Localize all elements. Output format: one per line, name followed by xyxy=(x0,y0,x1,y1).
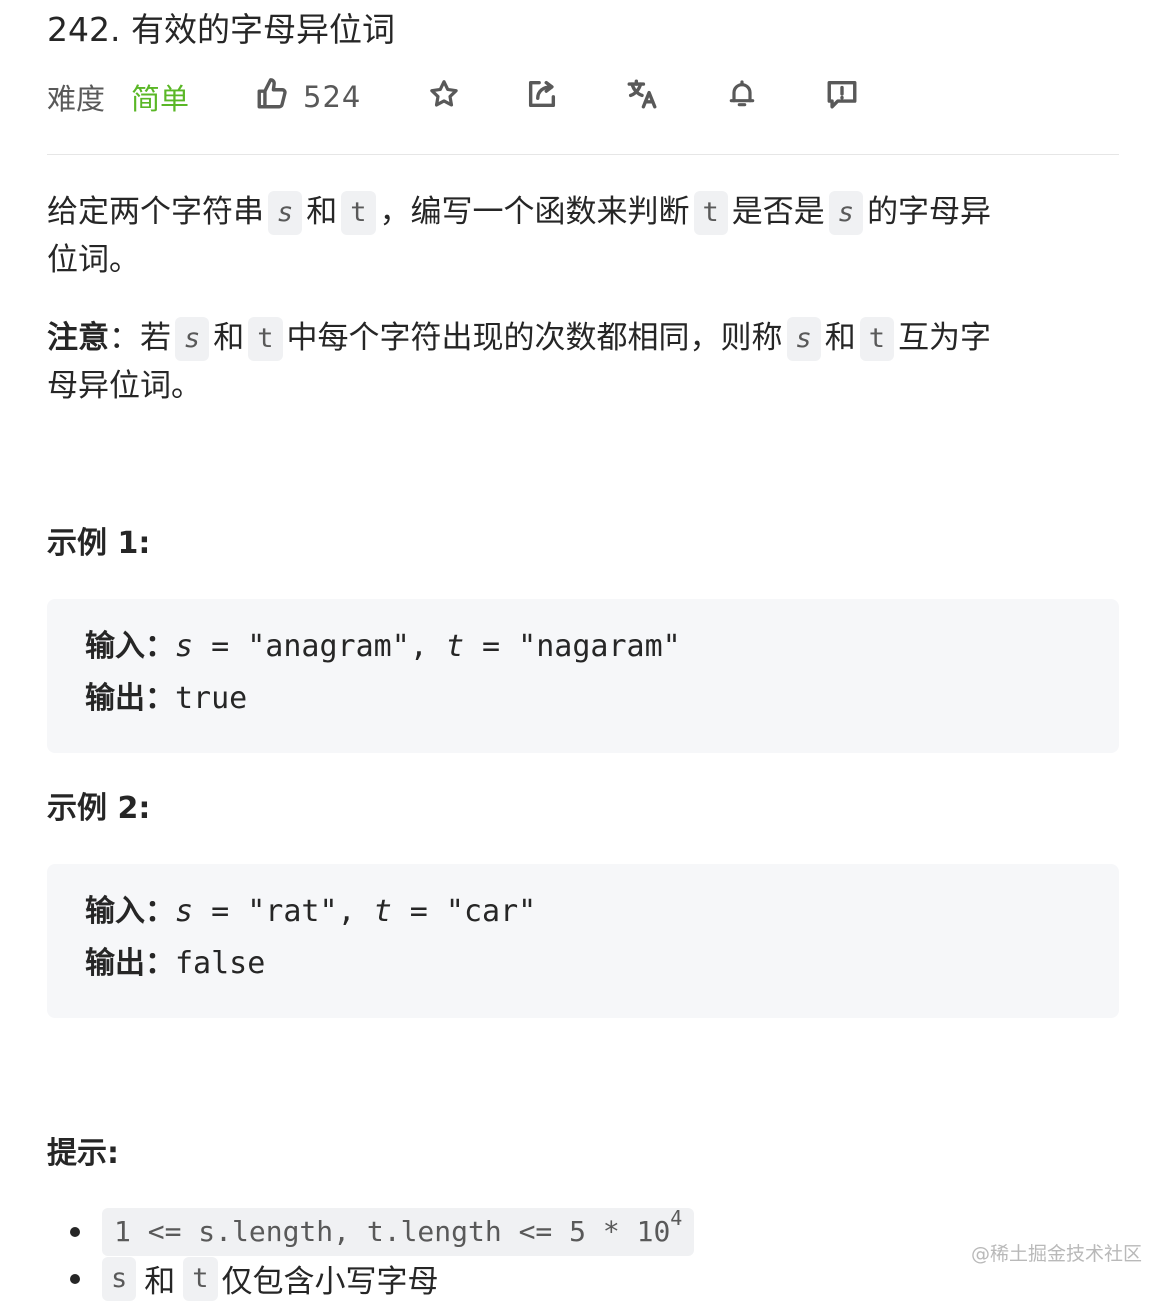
favorite-button[interactable] xyxy=(425,78,463,116)
example-input-line: 输入：s = "anagram", t = "nagaram" xyxy=(85,627,681,667)
desc-text: 给定两个字符串 xyxy=(47,194,264,230)
problem-meta-bar: 难度 简单 524 xyxy=(47,74,1119,120)
example-1-title: 示例 1: xyxy=(47,526,151,561)
example-2-block: 输入：s = "rat", t = "car" 输出：false xyxy=(47,864,1119,1018)
constraint-code: 1 <= s.length, t.length <= 5 * 104 xyxy=(102,1206,695,1256)
share-button[interactable] xyxy=(523,78,561,116)
desc-text: ：若 xyxy=(109,320,171,356)
output-value: false xyxy=(175,946,266,981)
t-value: = "nagaram" xyxy=(464,629,681,664)
hints-title: 提示: xyxy=(47,1136,119,1171)
hint-text: 和 xyxy=(144,1264,176,1300)
output-value: true xyxy=(175,681,248,716)
share-icon xyxy=(525,77,559,118)
difficulty-label: 难度 xyxy=(47,82,106,116)
example-1-block: 输入：s = "anagram", t = "nagaram" 输出：true xyxy=(47,599,1119,753)
desc-text: 位词。 xyxy=(47,242,140,278)
input-label: 输入： xyxy=(85,894,175,929)
input-label: 输入： xyxy=(85,629,175,664)
subscribe-button[interactable] xyxy=(723,78,761,116)
description-paragraph: 给定两个字符串 s 和 t ，编写一个函数来判断 t 是否是 s 的字母异 位词。 xyxy=(47,188,1119,284)
example-output-line: 输出：true xyxy=(85,679,247,719)
problem-title: 242. 有效的字母异位词 xyxy=(47,10,395,49)
s-value: = "rat", xyxy=(193,894,374,929)
inline-code-t: t xyxy=(341,191,376,235)
list-item: s 和 t 仅包含小写字母 xyxy=(70,1256,439,1301)
inline-code-s: s xyxy=(268,191,303,235)
watermark: @稀土掘金技术社区 xyxy=(970,1243,1142,1265)
s-value: = "anagram", xyxy=(193,629,446,664)
inline-code-t: t xyxy=(248,317,283,361)
t-value: = "car" xyxy=(391,894,537,929)
example-2-title: 示例 2: xyxy=(47,791,151,826)
desc-text: 和 xyxy=(213,320,245,356)
like-button[interactable]: 524 xyxy=(255,77,361,118)
example-input-line: 输入：s = "rat", t = "car" xyxy=(85,892,536,932)
feedback-icon xyxy=(825,77,859,118)
header-divider xyxy=(47,154,1119,155)
inline-code-t: t xyxy=(693,191,728,235)
like-count: 524 xyxy=(303,80,362,114)
output-label: 输出： xyxy=(85,681,175,716)
translate-icon xyxy=(625,77,659,118)
var-t: t xyxy=(445,629,464,664)
hint-text: 仅包含小写字母 xyxy=(221,1264,439,1300)
desc-text: 中每个字符出现的次数都相同，则称 xyxy=(286,320,783,356)
bullet-dot xyxy=(70,1273,80,1284)
desc-text: 互为字 xyxy=(898,320,992,356)
translate-button[interactable] xyxy=(623,78,661,116)
var-s: s xyxy=(175,629,194,664)
inline-code-s: s xyxy=(102,1256,137,1301)
inline-code-t: t xyxy=(183,1256,218,1301)
output-label: 输出： xyxy=(85,946,175,981)
bullet-dot xyxy=(70,1227,80,1237)
desc-text: 和 xyxy=(306,194,338,230)
inline-code-s: s xyxy=(828,191,864,235)
desc-text: 的字母异 xyxy=(867,194,992,230)
star-icon xyxy=(428,78,460,117)
difficulty-value: 简单 xyxy=(131,82,190,116)
desc-text: 是否是 xyxy=(731,194,825,230)
list-item: 1 <= s.length, t.length <= 5 * 104 xyxy=(70,1206,695,1256)
inline-code-t: t xyxy=(859,317,895,361)
var-t: t xyxy=(373,894,392,929)
inline-code-s: s xyxy=(786,317,821,361)
bell-icon xyxy=(726,78,758,117)
thumbs-up-icon xyxy=(255,77,289,118)
note-paragraph: 注意：若 s 和 t 中每个字符出现的次数都相同，则称 s 和 t 互为字 母异位词。 xyxy=(47,314,1119,410)
example-output-line: 输出：false xyxy=(85,944,265,984)
inline-code-s: s xyxy=(175,317,210,361)
var-s: s xyxy=(175,894,194,929)
desc-text: 母异位词。 xyxy=(47,368,202,404)
constraint-exponent: 4 xyxy=(670,1206,683,1230)
feedback-button[interactable] xyxy=(823,78,861,116)
note-label: 注意 xyxy=(47,320,109,356)
constraint-text: 1 <= s.length, t.length <= 5 * 10 xyxy=(114,1215,671,1248)
desc-text: 和 xyxy=(824,320,856,356)
desc-text: ，编写一个函数来判断 xyxy=(379,194,690,230)
